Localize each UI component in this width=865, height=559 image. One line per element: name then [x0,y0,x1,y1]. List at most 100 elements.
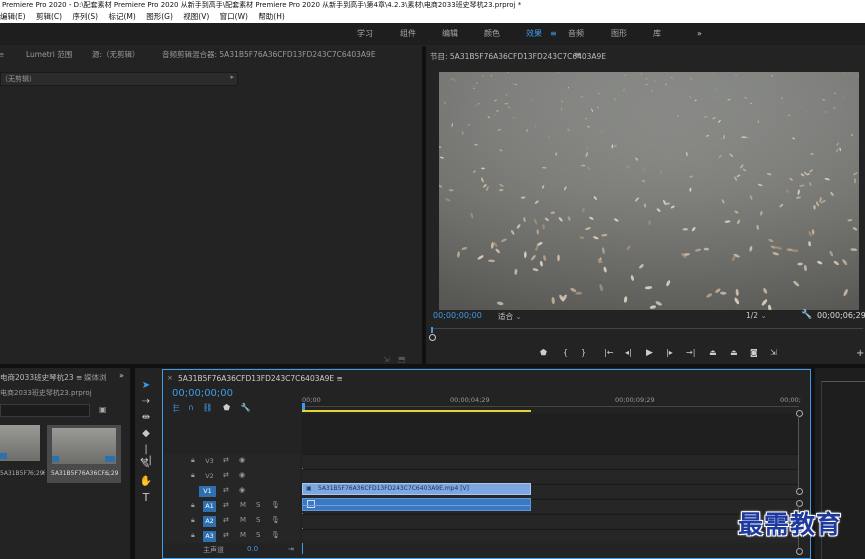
extract-icon[interactable]: ⏏ [730,348,738,357]
sync-lock-icon[interactable]: ⇄ [223,531,229,539]
microphone-icon[interactable]: 🎙︎ [271,531,280,539]
fit-dropdown[interactable]: 适合 ⌄ [498,311,522,322]
lock-icon[interactable]: 🔒︎ [191,471,195,480]
scroll-handle[interactable] [796,488,803,495]
mute-button[interactable]: M [240,531,246,539]
menu-view[interactable]: 视图(V) [183,12,209,21]
lock-icon[interactable]: 🔒︎ [191,516,195,525]
lift-icon[interactable]: ⏏ [709,348,717,357]
resolution-dropdown[interactable]: 1/2 ⌄ [746,311,767,320]
selection-tool-icon[interactable]: ➤ [139,380,153,391]
pen-tool-icon[interactable]: ✎ [139,460,153,471]
track-label-a2[interactable]: A2 [203,516,216,527]
workspace-color[interactable]: 颜色 [484,23,500,45]
track-label-v2[interactable]: V2 [203,471,216,482]
menu-graphics[interactable]: 图形(G) [146,12,173,21]
hand-tool-icon[interactable]: ✋ [139,476,153,487]
work-area-bar[interactable] [302,410,531,412]
solo-button[interactable]: S [256,501,260,509]
add-button-icon[interactable]: + [856,348,864,359]
track-label-v1[interactable]: V1 [199,486,216,497]
linked-selection-icon[interactable]: ⛓ [202,403,212,412]
project-item[interactable]: 5A31B5F76A36CFD... 6;29 [0,425,45,483]
audio-clip[interactable] [302,498,531,511]
eye-icon[interactable]: ◉ [239,456,245,464]
sync-lock-icon[interactable]: ⇄ [223,471,229,479]
menu-help[interactable]: 帮助(H) [258,12,285,21]
time-ruler[interactable]: 00;00 00;00;04;29 00;00;09;29 00;00; [302,394,801,414]
sync-lock-icon[interactable]: ⇄ [223,501,229,509]
eye-icon[interactable]: ◉ [239,471,245,479]
close-icon[interactable]: × [167,374,173,382]
menu-edit[interactable]: 编辑(E) [0,12,26,21]
solo-button[interactable]: S [256,531,260,539]
track-label-a3[interactable]: A3 [203,531,216,542]
track-select-tool-icon[interactable]: ⇢ [139,396,153,407]
eye-icon[interactable]: ◉ [239,486,245,494]
sync-lock-icon[interactable]: ⇄ [223,456,229,464]
snap-icon[interactable]: ∩ [188,403,194,412]
sync-lock-icon[interactable]: ⇄ [223,516,229,524]
in-handle[interactable] [429,334,436,341]
track-label-a1[interactable]: A1 [203,501,216,512]
solo-button[interactable]: S [256,516,260,524]
scrollbar-track[interactable] [798,416,799,488]
ripple-edit-tool-icon[interactable]: ⇹ [139,412,153,423]
workspace-libraries[interactable]: 库 [653,23,661,45]
new-bin-icon[interactable]: ▣ [99,405,107,414]
marker-icon[interactable]: ⬟ [540,348,547,357]
tab-lumetri-scopes[interactable]: Lumetri 范围 [26,46,72,64]
export-icon[interactable]: ⬒ [398,355,406,364]
export-frame-icon[interactable]: ⇲ [383,355,390,364]
lock-icon[interactable]: 🔒︎ [191,456,195,465]
workspace-editing[interactable]: 编辑 [442,23,458,45]
timeline-playhead[interactable] [302,403,305,410]
workspace-effects[interactable]: 效果 [526,23,542,45]
clip-dropdown[interactable]: （无剪辑） ▸ [0,72,238,86]
workspace-audio[interactable]: 音频 [568,23,584,45]
play-icon[interactable]: ▶ [646,348,653,358]
mute-button[interactable]: M [240,501,246,509]
microphone-icon[interactable]: 🎙︎ [271,501,280,509]
timeline-timecode[interactable]: 00;00;00;00 [172,388,233,399]
sync-lock-icon[interactable]: ⇄ [223,486,229,494]
tab-source[interactable]: 源:（无剪辑） [92,46,140,64]
program-scrubber[interactable] [429,327,863,341]
camera-icon[interactable]: ◙ [750,348,758,357]
video-clip[interactable]: ▣ 5A31B5F76A36CFD13FD243C7C6403A9E.mp4 [… [302,483,531,495]
workspace-assembly[interactable]: 组件 [400,23,416,45]
mark-out-icon[interactable]: } [581,348,586,357]
mute-button[interactable]: M [240,516,246,524]
program-timecode[interactable]: 00;00;00;00 [433,311,482,320]
lock-icon[interactable]: 🔒︎ [191,531,195,540]
program-playhead[interactable] [431,327,433,333]
panel-menu-icon[interactable]: ≡ [0,46,4,64]
search-input[interactable] [0,404,90,417]
go-to-in-icon[interactable]: |← [604,348,613,357]
nest-icon[interactable]: ⬱ [173,403,179,412]
mark-in-icon[interactable]: { [563,348,568,357]
workspace-learn[interactable]: 学习 [357,23,373,45]
workspace-graphics[interactable]: 图形 [611,23,627,45]
panel-menu-icon[interactable]: ≡ [574,50,581,59]
panel-overflow-icon[interactable]: » [119,371,124,380]
export-icon[interactable]: ⇲ [770,348,777,357]
go-to-out-icon[interactable]: →| [686,348,695,357]
scroll-handle[interactable] [796,548,803,555]
go-to-end-icon[interactable]: ⇥ [288,545,294,553]
master-volume[interactable]: 0.0 [247,545,258,553]
workspace-more-icon[interactable]: » [697,23,702,45]
project-item-selected[interactable]: 5A31B5F76A36CF... 6;29 [47,425,121,483]
step-back-icon[interactable]: ◂| [625,348,632,357]
menu-window[interactable]: 窗口(W) [220,12,248,21]
panel-menu-icon[interactable]: ≡ [76,373,82,382]
menu-clip[interactable]: 剪辑(C) [36,12,62,21]
microphone-icon[interactable]: 🎙︎ [271,516,280,524]
menu-marker[interactable]: 标记(M) [108,12,135,21]
wrench-icon[interactable]: 🔧 [801,310,812,320]
tab-project[interactable]: 电商2033班史琴杭23 ≡ [0,372,82,383]
panel-menu-icon[interactable]: ≡ [337,374,343,383]
menu-sequence[interactable]: 序列(S) [72,12,98,21]
tab-audio-clip-mixer[interactable]: 音频剪辑混合器: 5A31B5F76A36CFD13FD243C7C6403A9… [162,46,376,64]
add-marker-icon[interactable]: ⬟ [223,403,230,412]
